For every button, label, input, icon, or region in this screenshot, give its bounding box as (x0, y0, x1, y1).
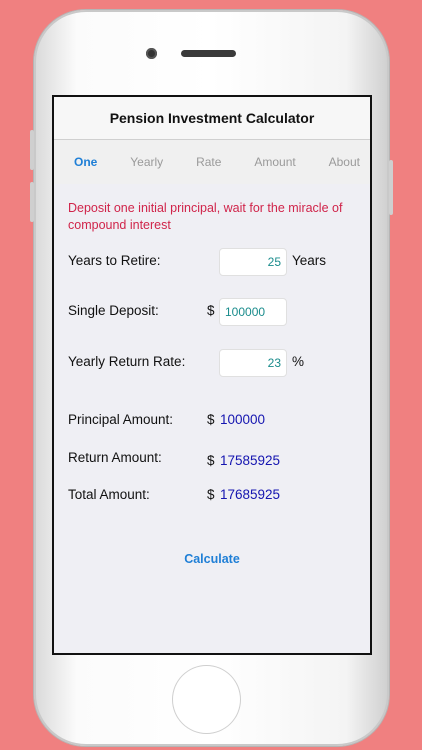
power-button (389, 160, 393, 215)
volume-button (30, 182, 34, 222)
years-unit: Years (292, 253, 327, 268)
app-screen: Pension Investment Calculator One Yearly… (54, 97, 370, 653)
principal-value: 100000 (220, 412, 266, 427)
return-currency: $ (207, 453, 215, 468)
principal-currency: $ (207, 412, 215, 427)
tab-bar: One Yearly Rate Amount About (54, 140, 370, 184)
home-button[interactable] (173, 666, 240, 733)
tab-rate[interactable]: Rate (196, 155, 221, 169)
deposit-currency: $ (207, 303, 215, 318)
tab-about[interactable]: About (329, 155, 360, 169)
volume-button (30, 130, 34, 170)
tab-yearly[interactable]: Yearly (130, 155, 163, 169)
tab-amount[interactable]: Amount (254, 155, 295, 169)
return-value: 17585925 (220, 453, 281, 468)
deposit-label: Single Deposit: (68, 303, 159, 318)
intro-text: Deposit one initial principal, wait for … (68, 201, 343, 232)
years-label: Years to Retire: (68, 253, 161, 268)
page-title: Pension Investment Calculator (54, 97, 370, 140)
rate-label: Yearly Return Rate: (68, 354, 186, 369)
principal-label: Principal Amount: (68, 412, 174, 427)
earpiece-speaker (181, 50, 236, 57)
front-camera (146, 48, 157, 59)
total-label: Total Amount: (68, 487, 150, 502)
return-label: Return Amount: (68, 450, 162, 465)
screen: Pension Investment Calculator One Yearly… (52, 95, 372, 655)
tab-one[interactable]: One (74, 155, 97, 169)
calculate-button[interactable]: Calculate (54, 552, 370, 566)
rate-unit: % (292, 354, 305, 369)
years-input[interactable]: 25 (219, 248, 287, 276)
deposit-input[interactable]: 100000 (219, 298, 287, 326)
total-currency: $ (207, 487, 215, 502)
rate-input[interactable]: 23 (219, 349, 287, 377)
total-value: 17685925 (220, 487, 281, 502)
